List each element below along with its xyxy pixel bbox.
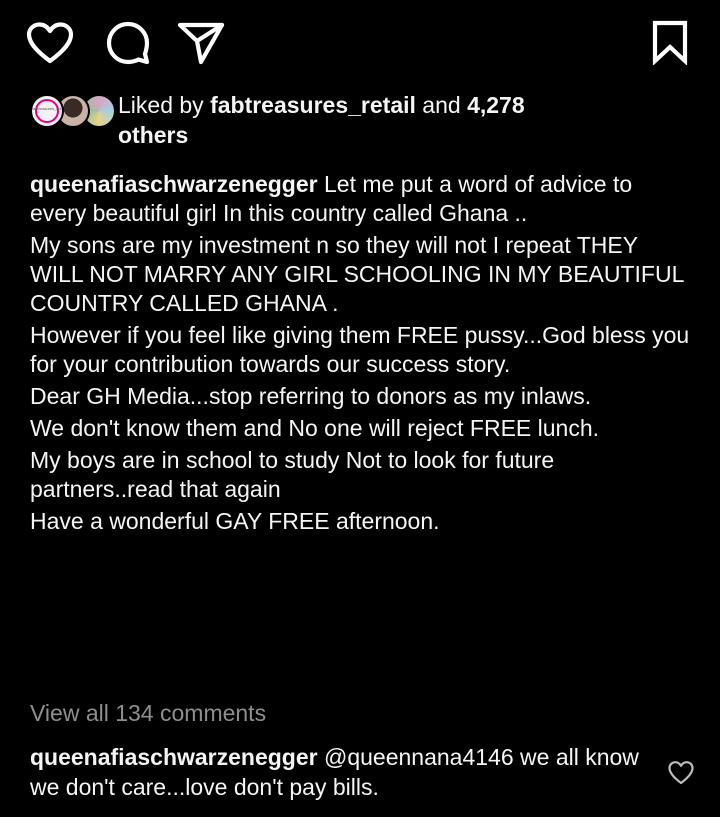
caption-line: queenafiaschwarzenegger Let me put a wor… <box>30 170 690 228</box>
likes-suffix[interactable]: others <box>118 122 188 148</box>
likes-text[interactable]: Liked by fabtreasures_retail and 4,278 ot… <box>118 90 525 150</box>
likes-middle: and <box>415 92 468 118</box>
heart-outline-icon <box>668 761 694 785</box>
view-all-comments-link[interactable]: View all 134 comments <box>30 698 266 728</box>
like-button[interactable] <box>24 20 76 66</box>
likes-count[interactable]: 4,278 <box>467 92 525 118</box>
likes-summary: fabtreasures_retail Liked by fabtreasure… <box>30 90 710 150</box>
avatar[interactable]: fabtreasures_retail <box>30 94 64 128</box>
save-button[interactable] <box>648 18 692 66</box>
comment-preview: queenafiaschwarzenegger @queennana4146 w… <box>30 742 650 802</box>
liker-avatars[interactable]: fabtreasures_retail <box>30 94 118 134</box>
caption-line: Dear GH Media...stop referring to donors… <box>30 383 592 409</box>
caption-line: My sons are my investment n so they will… <box>30 232 684 316</box>
comment-like-button[interactable] <box>667 760 695 788</box>
heart-outline-icon <box>26 22 74 64</box>
comment-bubble-icon <box>106 21 150 65</box>
post-action-bar <box>0 0 720 80</box>
liker-username-link[interactable]: fabtreasures_retail <box>210 92 416 118</box>
caption-line: My boys are in school to study Not to lo… <box>30 447 555 502</box>
likes-prefix: Liked by <box>118 92 211 118</box>
avatar-ring <box>35 99 59 123</box>
caption-username-link[interactable]: queenafiaschwarzenegger <box>30 171 318 197</box>
bookmark-outline-icon <box>652 20 688 65</box>
post-caption: queenafiaschwarzenegger Let me put a wor… <box>30 170 690 539</box>
comment-button[interactable] <box>104 20 152 66</box>
comment-username-link[interactable]: queenafiaschwarzenegger <box>30 744 318 770</box>
caption-line: However if you feel like giving them FRE… <box>30 322 690 377</box>
caption-line: We don't know them and No one will rejec… <box>30 415 600 441</box>
avatar-logo-text: fabtreasures_retail <box>32 106 64 111</box>
paper-plane-icon <box>177 22 225 65</box>
caption-line: Have a wonderful GAY FREE afternoon. <box>30 508 440 534</box>
share-button[interactable] <box>176 20 226 66</box>
